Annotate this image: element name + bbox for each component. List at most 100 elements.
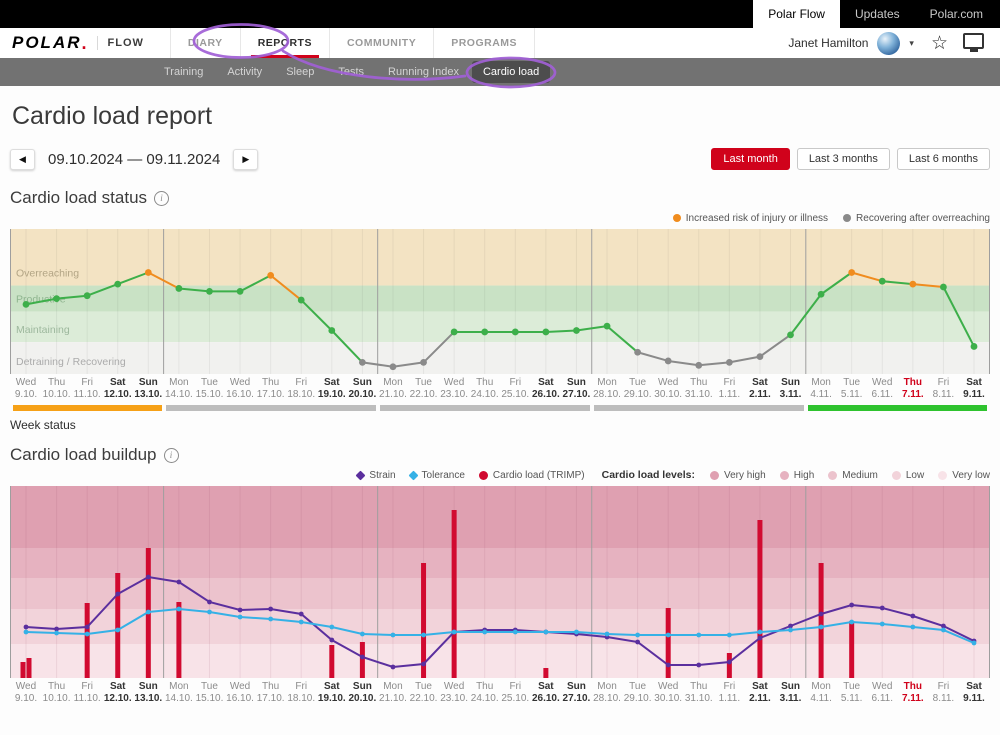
legend-item-low: Low bbox=[892, 470, 924, 481]
legend-label: Increased risk of injury or illness bbox=[686, 213, 828, 224]
week-status-segment bbox=[166, 405, 376, 411]
x-axis-day: Sat bbox=[956, 681, 992, 693]
subnav-item-tests[interactable]: Tests bbox=[327, 61, 375, 83]
tolerance-marker-icon bbox=[408, 470, 418, 480]
topbar-tab-polar-flow[interactable]: Polar Flow bbox=[753, 0, 840, 28]
cardio-load-status-chart: OverreachingProductiveMaintainingDetrain… bbox=[10, 229, 990, 374]
range-buttons: Last month Last 3 months Last 6 months bbox=[711, 148, 990, 170]
legend-item-tolerance: Tolerance bbox=[410, 470, 465, 481]
section-title-cardio-load-buildup: Cardio load buildup bbox=[10, 445, 157, 465]
low-dot-icon bbox=[892, 471, 901, 480]
polar-logo[interactable]: POLAR. bbox=[12, 28, 87, 58]
prev-period-button[interactable]: ◀ bbox=[10, 149, 35, 170]
status-x-axis: Wed9.10.Thu10.10.Fri11.10.Sat12.10.Sun13… bbox=[10, 377, 990, 402]
very-low-dot-icon bbox=[938, 471, 947, 480]
nav-item-reports[interactable]: REPORTS bbox=[240, 28, 329, 58]
week-status-segment bbox=[808, 405, 987, 411]
legend-item-increased-risk-of-injury-or-illness: Increased risk of injury or illness bbox=[673, 213, 828, 224]
sub-nav: TrainingActivitySleepTestsRunning IndexC… bbox=[0, 58, 1000, 86]
display-icon-stand bbox=[970, 49, 978, 52]
increased-risk-of-injury-or-illness-dot-icon bbox=[673, 214, 681, 222]
week-status-label: Week status bbox=[10, 418, 990, 432]
week-status-segment bbox=[13, 405, 162, 411]
chevron-down-icon[interactable]: ▾ bbox=[909, 38, 914, 49]
status-legend: Increased risk of injury or illness Recov… bbox=[10, 211, 990, 225]
high-dot-icon bbox=[780, 471, 789, 480]
legend-label: Cardio load (TRIMP) bbox=[493, 470, 585, 481]
recovering-after-overreaching-dot-icon bbox=[843, 214, 851, 222]
legend-item-very-high: Very high bbox=[710, 470, 766, 481]
date-range: 09.10.2024 — 09.11.2024 bbox=[48, 151, 220, 168]
info-icon[interactable]: i bbox=[164, 448, 179, 463]
logo-text: POLAR bbox=[12, 33, 82, 53]
legend-item-very-low: Very low bbox=[938, 470, 990, 481]
very-high-dot-icon bbox=[710, 471, 719, 480]
header: POLAR. FLOW DIARYREPORTSCOMMUNITYPROGRAM… bbox=[0, 28, 1000, 58]
cardio-load-levels-label: Cardio load levels: bbox=[602, 469, 695, 481]
nav-item-diary[interactable]: DIARY bbox=[170, 28, 240, 58]
buildup-levels-legend: Very high High Medium Low Very low bbox=[710, 470, 990, 481]
top-bar: Polar FlowUpdatesPolar.com bbox=[0, 0, 1000, 28]
logo-dot: . bbox=[82, 33, 87, 54]
strain-marker-icon bbox=[356, 470, 366, 480]
nav-item-programs[interactable]: PROGRAMS bbox=[433, 28, 535, 58]
buildup-legend: Strain Tolerance Cardio load (TRIMP) Cardi… bbox=[10, 468, 990, 482]
legend-item-medium: Medium bbox=[828, 470, 878, 481]
topbar-tabs: Polar FlowUpdatesPolar.com bbox=[753, 0, 998, 28]
date-navigation: ◀ 09.10.2024 — 09.11.2024 ▶ Last monthLa… bbox=[10, 148, 990, 170]
page-title: Cardio load report bbox=[12, 102, 990, 131]
week-status-bars bbox=[10, 405, 990, 411]
star-icon[interactable]: ☆ bbox=[931, 34, 948, 53]
subnav-item-running-index[interactable]: Running Index bbox=[377, 61, 470, 83]
status-chart-svg: OverreachingProductiveMaintainingDetrain… bbox=[10, 229, 990, 374]
flow-label: FLOW bbox=[108, 37, 144, 49]
legend-label: Very high bbox=[724, 470, 766, 481]
topbar-tab-updates[interactable]: Updates bbox=[840, 0, 915, 28]
next-period-button[interactable]: ▶ bbox=[233, 149, 258, 170]
band-label-overreaching: Overreaching bbox=[16, 268, 79, 280]
display-icon[interactable] bbox=[963, 33, 984, 49]
band-label-detraining-recovering: Detraining / Recovering bbox=[16, 356, 126, 368]
main-content: Cardio load report ◀ 09.10.2024 — 09.11.… bbox=[0, 102, 1000, 706]
cardio-load-status-section-head: Cardio load status i bbox=[10, 188, 990, 208]
last-month-button[interactable]: Last month bbox=[711, 148, 789, 170]
info-icon[interactable]: i bbox=[154, 191, 169, 206]
legend-item-cardio-load-trimp: Cardio load (TRIMP) bbox=[479, 470, 585, 481]
legend-label: High bbox=[794, 470, 815, 481]
x-axis-day: Sat bbox=[956, 377, 992, 389]
topbar-tab-polar-com[interactable]: Polar.com bbox=[915, 0, 998, 28]
subnav-item-activity[interactable]: Activity bbox=[216, 61, 273, 83]
cardio-load-buildup-section-head: Cardio load buildup i bbox=[10, 445, 990, 465]
week-status-segment bbox=[594, 405, 804, 411]
buildup-chart-svg bbox=[10, 486, 990, 678]
nav-item-community[interactable]: COMMUNITY bbox=[329, 28, 433, 58]
subnav-item-training[interactable]: Training bbox=[153, 61, 214, 83]
polar-flow-app: Polar FlowUpdatesPolar.com POLAR. FLOW D… bbox=[0, 0, 1000, 735]
last-6-months-button[interactable]: Last 6 months bbox=[897, 148, 990, 170]
subnav-item-sleep[interactable]: Sleep bbox=[275, 61, 325, 83]
avatar[interactable] bbox=[877, 32, 900, 55]
section-title-cardio-load-status: Cardio load status bbox=[10, 188, 147, 208]
main-nav: DIARYREPORTSCOMMUNITYPROGRAMS bbox=[170, 28, 535, 58]
legend-item-high: High bbox=[780, 470, 815, 481]
cardio-load-buildup-chart bbox=[10, 486, 990, 678]
divider bbox=[97, 36, 98, 50]
band-label-maintaining: Maintaining bbox=[16, 324, 70, 336]
buildup-series-legend: Strain Tolerance Cardio load (TRIMP) bbox=[357, 470, 584, 481]
legend-label: Medium bbox=[842, 470, 878, 481]
legend-label: Very low bbox=[952, 470, 990, 481]
legend-label: Recovering after overreaching bbox=[856, 213, 990, 224]
buildup-x-axis: Wed9.10.Thu10.10.Fri11.10.Sat12.10.Sun13… bbox=[10, 681, 990, 706]
subnav-item-cardio-load[interactable]: Cardio load bbox=[472, 61, 550, 83]
legend-label: Low bbox=[906, 470, 924, 481]
legend-label: Strain bbox=[369, 470, 395, 481]
legend-item-strain: Strain bbox=[357, 470, 395, 481]
user-area: Janet Hamilton ▾ ☆ bbox=[788, 28, 988, 58]
legend-label: Tolerance bbox=[422, 470, 465, 481]
x-axis-label: Sat9.11. bbox=[956, 681, 992, 704]
cardio-load-trimp-marker-icon bbox=[479, 471, 488, 480]
last-3-months-button[interactable]: Last 3 months bbox=[797, 148, 890, 170]
x-axis-date: 9.11. bbox=[956, 389, 992, 401]
user-name[interactable]: Janet Hamilton bbox=[788, 36, 868, 50]
week-status-segment bbox=[380, 405, 590, 411]
